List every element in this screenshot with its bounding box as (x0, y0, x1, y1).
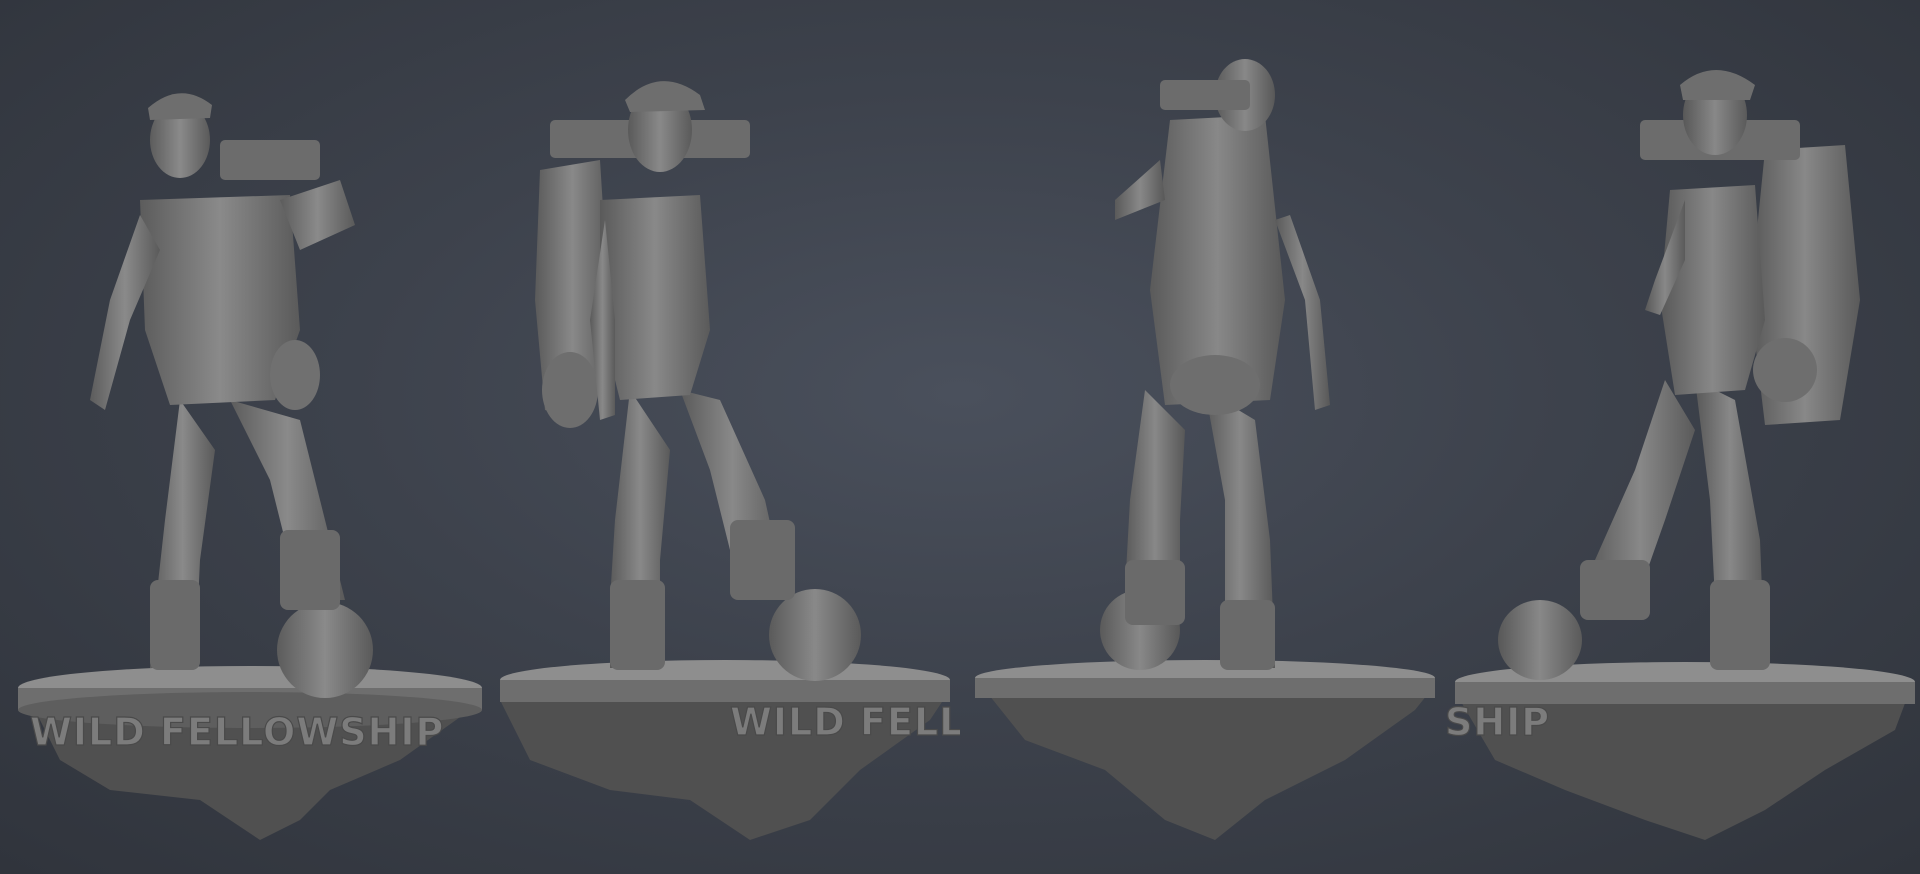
shoulder-gun (1160, 80, 1250, 110)
statue-front-render: WILD FELLOWSHIP (18, 93, 482, 840)
left-boot (150, 580, 200, 670)
bedroll (1753, 338, 1817, 402)
right-boot (730, 520, 795, 600)
helmet-prop (277, 602, 373, 698)
bedroll (270, 340, 320, 410)
statue-view-side-right: SHIP (1445, 0, 1920, 874)
right-arm (1275, 215, 1330, 410)
left-arm (1115, 160, 1165, 220)
cap (1680, 70, 1755, 100)
plate-inscription: SHIP (1445, 700, 1550, 744)
statue-view-front: WILD FELLOWSHIP (0, 0, 490, 874)
statue-view-back (965, 0, 1445, 874)
helmet-prop (1498, 600, 1582, 680)
cap (625, 81, 705, 112)
right-boot (280, 530, 340, 610)
left-boot (610, 580, 665, 670)
statue-side-right-render: SHIP (1445, 70, 1915, 840)
cap (148, 93, 212, 120)
bedroll (1170, 355, 1260, 415)
shoulder-gun (220, 140, 320, 180)
statue-view-side-left: WILD FELLOW (490, 0, 960, 874)
helmet-prop (769, 589, 861, 681)
plate-inscription: WILD FELLOW (730, 700, 960, 744)
left-boot (1580, 560, 1650, 620)
plate-inscription: WILD FELLOWSHIP (30, 710, 444, 754)
torso (600, 195, 710, 400)
torso (1660, 185, 1765, 395)
statue-back-render (975, 59, 1435, 840)
right-boot (1710, 580, 1770, 670)
right-boot (1220, 600, 1275, 670)
left-boot (1125, 560, 1185, 625)
bedroll (542, 352, 598, 428)
rock-base (985, 685, 1435, 840)
base-plate-rim (975, 678, 1435, 698)
statue-side-left-render: WILD FELLOW (500, 81, 960, 840)
render-viewport: WILD FELLOW SHIP WILD FELL SHIP (0, 0, 1920, 874)
base-plate-rim (500, 680, 950, 702)
